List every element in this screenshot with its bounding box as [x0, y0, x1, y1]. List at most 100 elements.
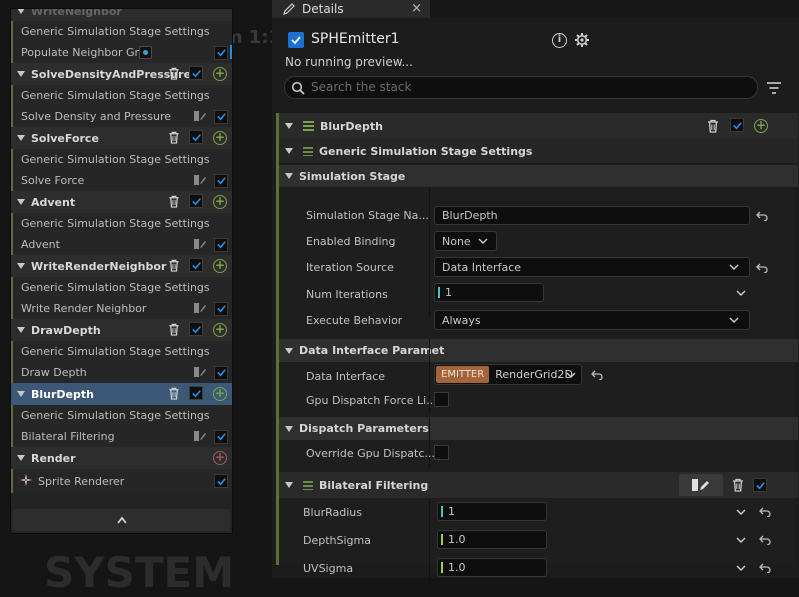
category-simulation-stage[interactable]: Simulation Stage [279, 165, 798, 187]
module-enabled-checkbox[interactable] [214, 474, 228, 488]
collapse-icon[interactable] [17, 391, 25, 397]
add-icon[interactable]: + [213, 387, 227, 401]
category-data-interface[interactable]: Data Interface Paramet [279, 339, 798, 362]
stack-group-solvedensityandpressure[interactable]: SolveDensityAndPressure + [11, 63, 232, 85]
bilateral-filtering-header[interactable]: Bilateral Filtering [279, 472, 798, 498]
reset-icon[interactable] [756, 211, 768, 221]
enabled-binding-dropdown[interactable]: None [434, 231, 497, 251]
collapse-icon[interactable] [17, 9, 25, 14]
trash-icon[interactable] [168, 259, 180, 275]
stage-name-input[interactable]: BlurDepth [434, 206, 750, 225]
edit-note-button[interactable] [679, 474, 723, 496]
module-enabled-checkbox[interactable] [214, 301, 228, 316]
collapse-icon[interactable] [17, 71, 25, 77]
blurradius-input[interactable]: 1 [437, 502, 547, 521]
trash-icon[interactable] [168, 323, 180, 339]
emitter-enabled-checkbox[interactable] [288, 32, 304, 48]
collapse-icon[interactable] [285, 425, 293, 432]
trash-icon[interactable] [168, 195, 180, 211]
chevron-down-icon[interactable] [736, 509, 746, 516]
collapse-icon[interactable] [285, 173, 293, 179]
note-icon[interactable] [193, 238, 207, 253]
collapse-icon[interactable] [17, 327, 25, 333]
stack-group-writeneighbor[interactable]: WriteNeighbor [11, 9, 232, 21]
uvsigma-input[interactable]: 1.0 [437, 558, 547, 577]
stack-item[interactable]: Solve Force [11, 170, 232, 191]
stack-search-input[interactable]: Search the stack [284, 76, 758, 99]
reset-icon[interactable] [756, 263, 768, 273]
collapse-icon[interactable] [285, 482, 293, 488]
note-icon[interactable] [193, 174, 207, 189]
module-header[interactable]: BlurDepth + [279, 113, 798, 139]
stack-item[interactable]: Solve Density and Pressure [11, 106, 232, 127]
trash-icon[interactable] [168, 131, 180, 147]
add-icon[interactable]: + [213, 67, 227, 81]
module-enabled-checkbox[interactable] [214, 109, 228, 124]
reset-icon[interactable] [759, 507, 771, 517]
add-icon[interactable]: + [213, 323, 227, 337]
stack-group-render[interactable]: Render + [11, 447, 232, 469]
collapse-icon[interactable] [17, 135, 25, 141]
trash-icon[interactable] [732, 478, 744, 492]
trash-icon[interactable] [168, 387, 180, 403]
module-enabled-checkbox[interactable] [214, 429, 228, 444]
gpu-dispatch-checkbox[interactable] [434, 392, 449, 407]
stage-enabled-checkbox[interactable] [189, 386, 203, 400]
reset-icon[interactable] [591, 370, 603, 380]
stage-enabled-checkbox[interactable] [189, 258, 203, 272]
stack-item[interactable]: Write Render Neighbor [11, 298, 232, 319]
execute-behavior-dropdown[interactable]: Always [434, 310, 750, 330]
stack-item[interactable]: Bilateral Filtering [11, 426, 232, 447]
collapse-icon[interactable] [17, 199, 25, 205]
generic-settings-header[interactable]: Generic Simulation Stage Settings [279, 139, 798, 163]
module-enabled-checkbox[interactable] [214, 45, 228, 60]
collapse-icon[interactable] [285, 148, 293, 154]
stack-group-drawdepth[interactable]: DrawDepth + [11, 319, 232, 341]
note-icon[interactable] [193, 430, 207, 445]
stage-enabled-checkbox[interactable] [189, 322, 203, 336]
note-icon[interactable] [193, 110, 207, 125]
stack-item[interactable]: Draw Depth [11, 362, 232, 383]
add-icon[interactable]: + [754, 119, 768, 133]
stack-item[interactable]: Populate Neighbor Grid [11, 42, 232, 63]
data-interface-dropdown[interactable]: EMITTER RenderGrid2D [434, 364, 582, 385]
stack-item[interactable]: Generic Simulation Stage Settings [11, 21, 232, 42]
stage-enabled-checkbox[interactable] [189, 66, 203, 80]
stack-item[interactable]: Generic Simulation Stage Settings [11, 213, 232, 234]
tab-details[interactable]: Details × [272, 0, 430, 18]
chevron-down-icon[interactable] [736, 537, 746, 544]
add-icon[interactable]: + [213, 259, 227, 273]
gear-icon[interactable] [574, 32, 590, 48]
override-gpu-checkbox[interactable] [434, 445, 449, 460]
reset-icon[interactable] [759, 535, 771, 545]
collapse-icon[interactable] [17, 263, 25, 269]
filter-icon[interactable] [766, 81, 782, 95]
module-enabled-checkbox[interactable] [214, 365, 228, 380]
stack-group-solveforce[interactable]: SolveForce + [11, 127, 232, 149]
module-enabled-checkbox[interactable] [214, 237, 228, 252]
collapse-icon[interactable] [285, 347, 293, 354]
iteration-source-dropdown[interactable]: Data Interface [434, 257, 750, 277]
chevron-down-icon[interactable] [736, 290, 746, 297]
module-enabled-checkbox[interactable] [214, 173, 228, 188]
stack-group-advent[interactable]: Advent + [11, 191, 232, 213]
note-icon[interactable] [193, 302, 207, 317]
note-icon[interactable] [193, 366, 207, 381]
stack-item[interactable]: Generic Simulation Stage Settings [11, 85, 232, 106]
stack-group-blurdepth[interactable]: BlurDepth + [11, 383, 232, 405]
reset-icon[interactable] [759, 563, 771, 573]
stage-enabled-checkbox[interactable] [189, 194, 203, 208]
trash-icon[interactable] [168, 67, 180, 83]
depthsigma-input[interactable]: 1.0 [437, 530, 547, 549]
stack-item[interactable]: Sprite Renderer [11, 469, 232, 493]
trash-icon[interactable] [707, 119, 719, 133]
chevron-down-icon[interactable] [736, 565, 746, 572]
stack-item[interactable]: Generic Simulation Stage Settings [11, 149, 232, 170]
stage-enabled-checkbox[interactable] [189, 130, 203, 144]
bilateral-enabled-checkbox[interactable] [753, 478, 767, 492]
collapse-icon[interactable] [285, 123, 293, 129]
close-tab-icon[interactable]: × [411, 1, 422, 16]
stack-item[interactable]: Advent [11, 234, 232, 255]
module-enabled-checkbox[interactable] [730, 118, 744, 132]
collapse-stack-button[interactable] [13, 509, 230, 531]
